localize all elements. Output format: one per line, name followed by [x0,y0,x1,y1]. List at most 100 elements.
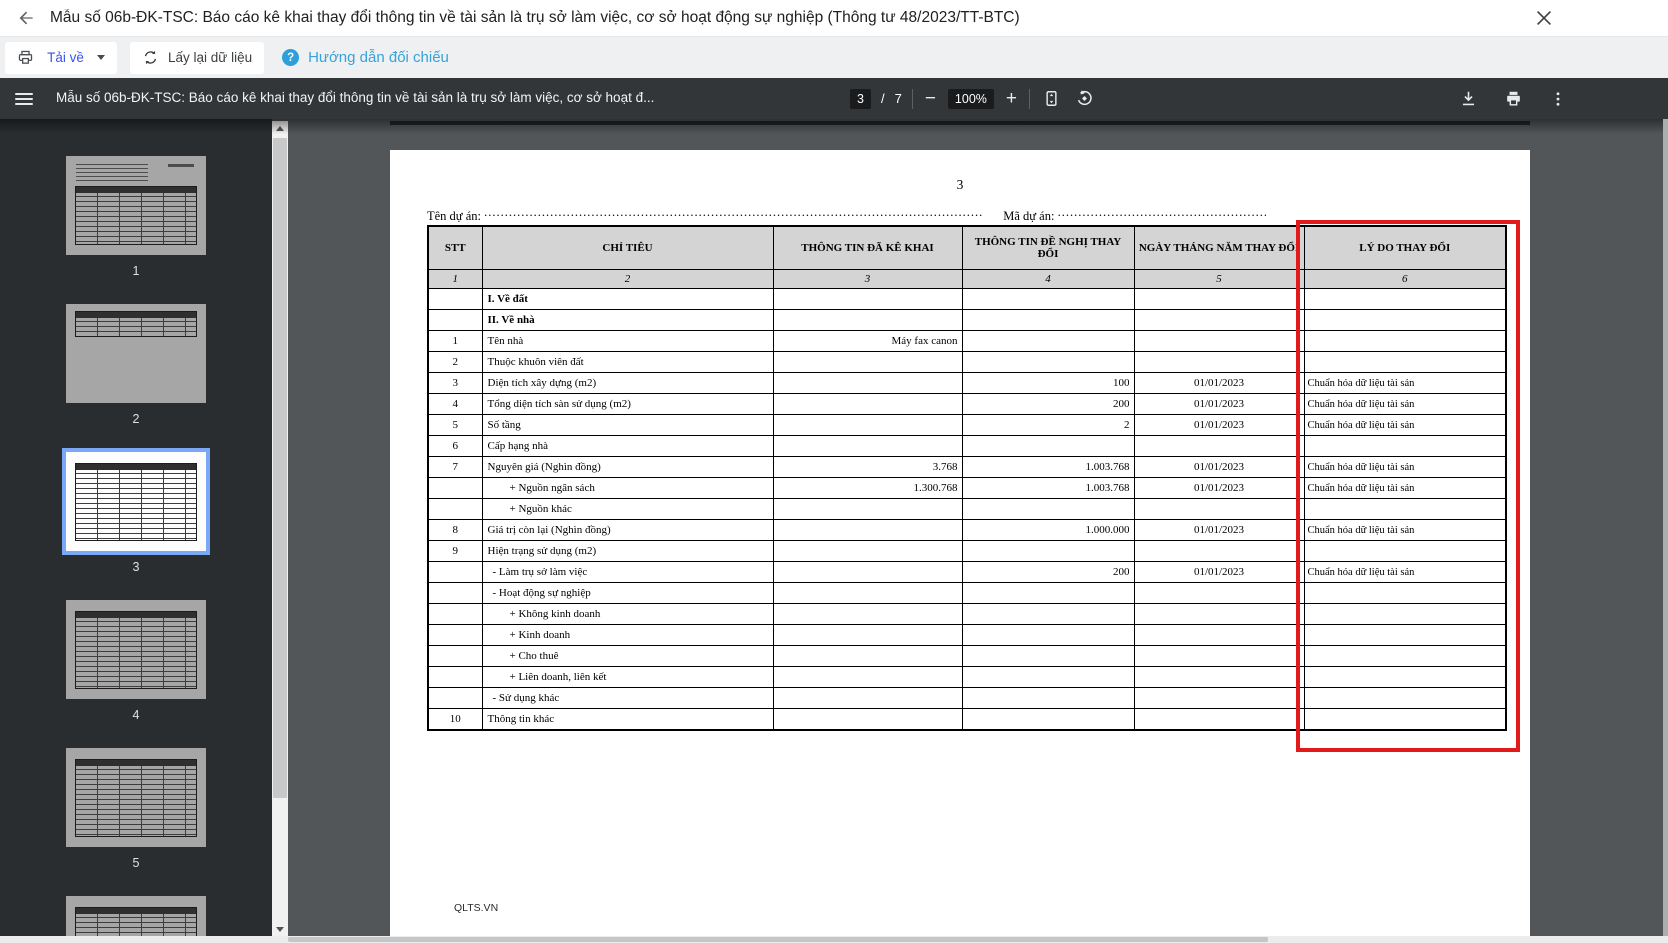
thumbnail-page-preview[interactable] [66,156,206,255]
scroll-up-button[interactable] [272,121,288,135]
print-button[interactable] [1502,87,1525,110]
horizontal-scrollbar-thumb[interactable] [288,937,1268,942]
window-horizontal-scrollbar[interactable] [0,936,1668,943]
page-thumbnail[interactable]: 3 [66,452,206,575]
modal-header: Mẫu số 06b-ĐK-TSC: Báo cáo kê khai thay … [0,0,1668,37]
triangle-down-icon [276,927,284,932]
table-row: 9Hiện trạng sử dụng (m2) [428,541,1506,562]
page-thumbnail[interactable]: 5 [66,748,206,871]
table-row: + Nguồn ngân sách1.300.7681.003.76801/01… [428,478,1506,499]
page-thumbnail[interactable]: 1 [66,156,206,279]
document-page: 3 Tên dự án: ...........................… [390,150,1530,936]
report-table-body: I. Về đấtII. Về nhà1Tên nhàMáy fax canon… [428,289,1506,731]
table-row: 10Thông tin khác [428,709,1506,731]
guide-link[interactable]: ? Hướng dẫn đối chiếu [282,49,449,66]
scrollbar-thumb[interactable] [273,138,287,798]
reload-label: Lấy lại dữ liệu [168,50,252,65]
table-row: 2Thuộc khuôn viên đất [428,352,1506,373]
report-table: STT CHỈ TIÊU THÔNG TIN ĐÃ KÊ KHAI THÔNG … [427,225,1507,731]
table-row: + Không kinh doanh [428,604,1506,625]
table-row: - Hoạt động sự nghiệp [428,583,1506,604]
printer-icon [17,49,34,66]
table-row: 7Nguyên giá (Nghìn đồng)3.7681.003.76801… [428,457,1506,478]
print-icon [1504,89,1523,108]
zoom-level[interactable]: 100% [948,89,994,109]
page-divider: / [881,91,885,106]
thumbnail-page-preview[interactable] [66,600,206,699]
thumbnail-page-number: 2 [66,412,206,427]
column-number-row: 1 2 3 4 5 6 [428,270,1506,289]
thumbnail-page-number: 5 [66,856,206,871]
more-vertical-icon [1549,90,1567,108]
reload-data-button[interactable]: Lấy lại dữ liệu [130,42,264,74]
doc-page-number: 3 [390,150,1530,193]
thumbnail-page-number: 3 [66,560,206,575]
table-row: - Sử dụng khác [428,688,1506,709]
page-thumbnail[interactable]: 2 [66,304,206,427]
separator [1029,89,1030,109]
more-options-button[interactable] [1547,88,1569,110]
thumbnail-page-preview[interactable] [66,452,206,551]
page-thumbnail[interactable]: 4 [66,600,206,723]
triangle-up-icon [276,126,284,131]
col-header-chi-tieu: CHỈ TIÊU [482,226,773,270]
download-icon [1459,89,1478,108]
fit-page-icon [1042,89,1061,108]
thumbnail-table-sketch [75,759,197,837]
thumbnail-sidebar: 123456 [0,119,272,943]
download-pdf-button[interactable] [1457,87,1480,110]
table-row: + Liên doanh, liên kết [428,667,1506,688]
action-bar: Tải về Lấy lại dữ liệu ? Hướng dẫn đối c… [0,37,1668,78]
table-header-row: STT CHỈ TIÊU THÔNG TIN ĐÃ KÊ KHAI THÔNG … [428,226,1506,270]
modal-title: Mẫu số 06b-ĐK-TSC: Báo cáo kê khai thay … [50,9,1020,27]
project-code-dots: ........................................… [1058,205,1266,220]
table-row: + Cho thuê [428,646,1506,667]
thumbnail-table-sketch [75,463,197,541]
hamburger-icon [15,93,33,95]
zoom-in-button[interactable]: + [1004,89,1019,108]
project-name-dots: ........................................… [484,205,984,220]
window-vertical-scrollbar[interactable] [1663,119,1668,943]
thumbnail-list: 123456 [0,119,272,943]
rotate-counterclockwise-icon [1075,89,1094,108]
table-row: II. Về nhà [428,310,1506,331]
thumbnail-page-number: 4 [66,708,206,723]
thumbnail-table-sketch [75,611,197,689]
sidebar-scrollbar[interactable] [272,121,288,936]
project-name-label: Tên dự án: [427,209,481,223]
refresh-icon [142,49,159,66]
thumbnail-page-preview[interactable] [66,748,206,847]
rotate-button[interactable] [1073,87,1096,110]
page-controls: 3 / 7 − 100% + [850,78,1096,119]
col-header-ngay-thang: NGÀY THÁNG NĂM THAY ĐỔI [1134,226,1304,270]
table-row: 8Giá trị còn lại (Nghìn đồng)1.000.00001… [428,520,1506,541]
download-label: Tải về [47,50,84,65]
toolbar-right-controls [1457,78,1569,119]
pdf-preview-window: Mẫu số 06b-ĐK-TSC: Báo cáo kê khai thay … [0,0,1668,943]
table-row: - Làm trụ sở làm việc20001/01/2023Chuẩn … [428,562,1506,583]
thumbnail-table-sketch [75,311,197,337]
project-code-label: Mã dự án: [1003,209,1054,223]
guide-label: Hướng dẫn đối chiếu [308,49,449,66]
fit-page-button[interactable] [1040,87,1063,110]
table-row: 3Diện tích xây dựng (m2)10001/01/2023Chu… [428,373,1506,394]
table-row: + Nguồn khác [428,499,1506,520]
scroll-down-button[interactable] [272,922,288,936]
close-icon [1533,7,1555,29]
col-header-de-nghi: THÔNG TIN ĐỀ NGHỊ THAY ĐỔI [962,226,1134,270]
thumbnail-table-sketch [75,186,197,245]
zoom-out-button[interactable]: − [923,89,938,108]
current-page-input[interactable]: 3 [850,89,871,109]
download-button[interactable]: Tải về [5,42,117,74]
table-row: 4Tổng diện tích sàn sử dụng (m2)20001/01… [428,394,1506,415]
doc-footer-watermark: QLTS.VN [454,902,498,914]
chevron-down-icon [97,55,105,60]
table-row: I. Về đất [428,289,1506,310]
table-row: 1Tên nhàMáy fax canon [428,331,1506,352]
col-header-da-ke-khai: THÔNG TIN ĐÃ KÊ KHAI [773,226,962,270]
close-button[interactable] [1532,6,1556,30]
menu-button[interactable] [12,87,36,111]
thumbnail-page-preview[interactable] [66,304,206,403]
back-button[interactable] [14,6,38,30]
separator [912,89,913,109]
